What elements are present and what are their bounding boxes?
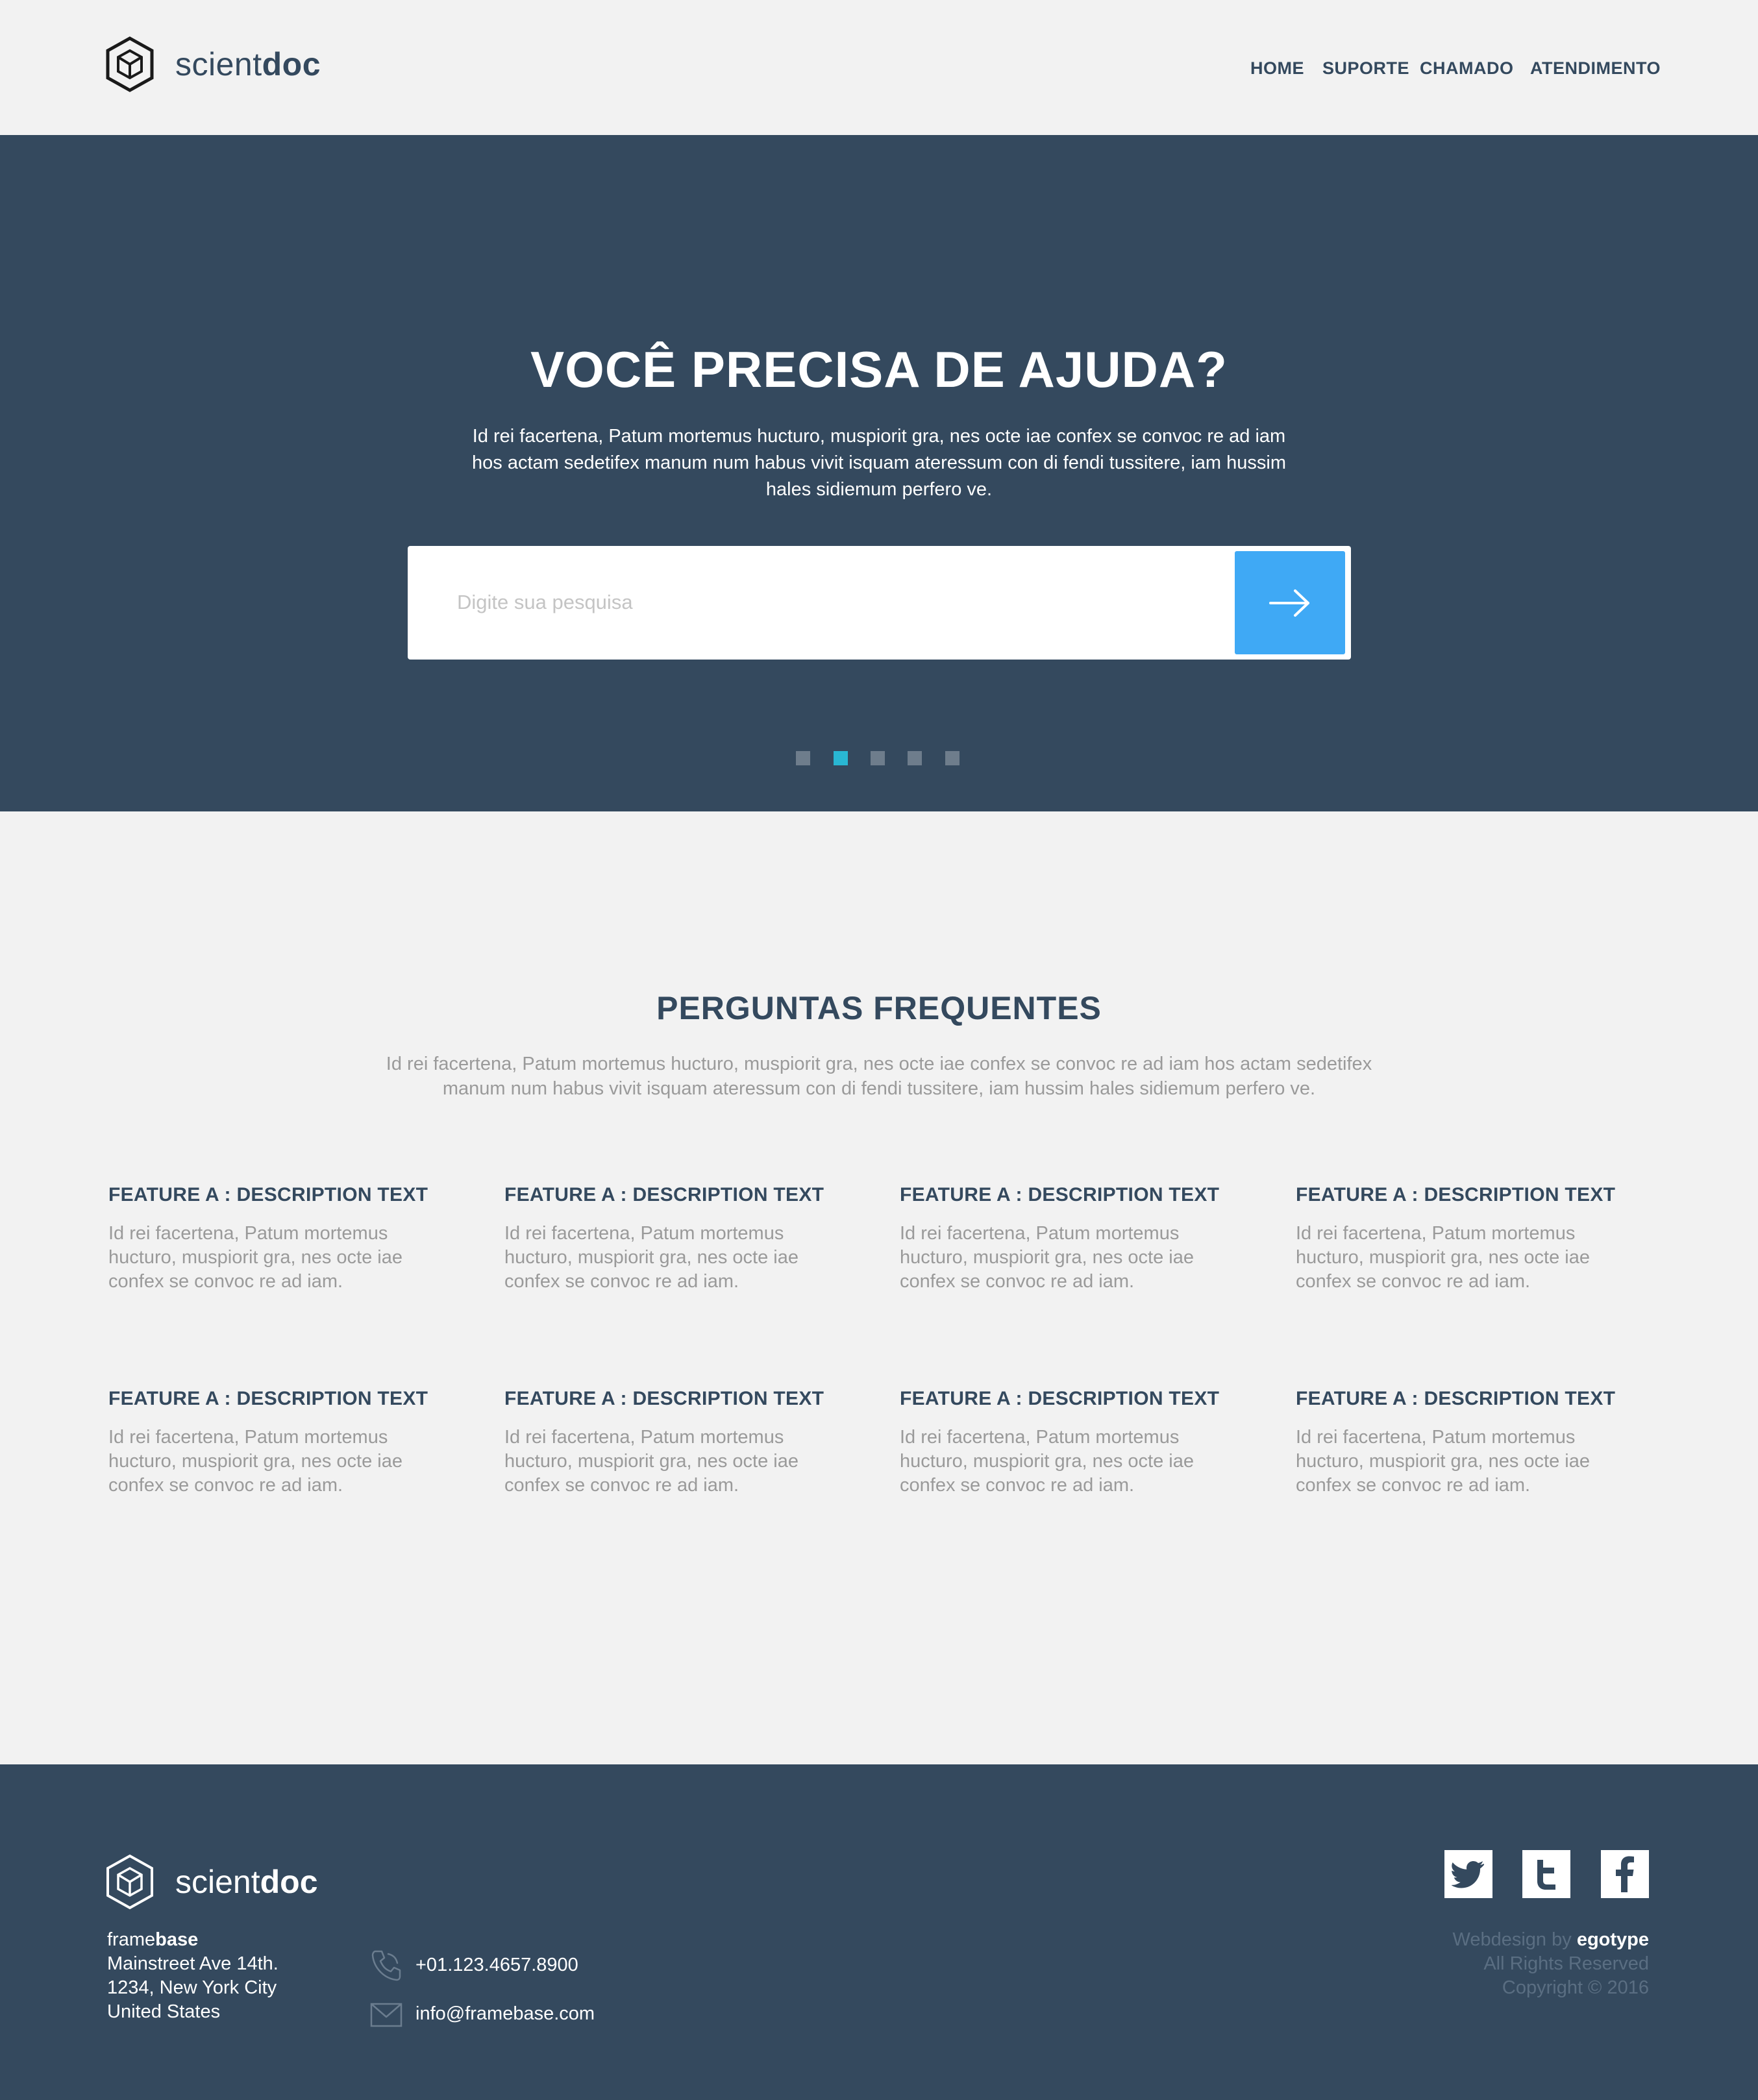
footer-credits: Webdesign by egotype All Rights Reserved… (1453, 1928, 1650, 2000)
nav-chamado[interactable]: CHAMADO (1420, 58, 1514, 79)
address-line: 1234, New York City (107, 1977, 277, 1998)
feature-title[interactable]: FEATURE A : DESCRIPTION TEXT (900, 1184, 1231, 1206)
search-box (408, 546, 1351, 660)
feature-item: FEATURE A : DESCRIPTION TEXT Id rei face… (108, 1184, 440, 1294)
twitter-bird-icon (1452, 1861, 1484, 1888)
faq-description: Id rei facertena, Patum mortemus hucturo… (377, 1052, 1381, 1101)
site-footer: scientdoc framebase Mainstreet Ave 14th.… (0, 1764, 1758, 2100)
address-line: United States (107, 2001, 221, 2022)
nav-atendimento[interactable]: ATENDIMENTO (1530, 58, 1661, 79)
feature-text: Id rei facertena, Patum mortemus hucturo… (1296, 1223, 1590, 1292)
feature-text: Id rei facertena, Patum mortemus hucturo… (1296, 1427, 1590, 1496)
slider-dot-active[interactable] (834, 751, 848, 765)
hero-title: VOCÊ PRECISA DE AJUDA? (530, 341, 1228, 398)
faq-title: PERGUNTAS FREQUENTES (656, 990, 1102, 1026)
feature-text: Id rei facertena, Patum mortemus hucturo… (504, 1427, 799, 1496)
search-submit-button[interactable] (1235, 551, 1345, 654)
feature-item: FEATURE A : DESCRIPTION TEXT Id rei face… (1296, 1184, 1627, 1294)
phone-number: +01.123.4657.8900 (415, 1954, 578, 1975)
main-nav: HOME SUPORTE CHAMADO ATENDIMENTO (0, 58, 1758, 84)
feature-title[interactable]: FEATURE A : DESCRIPTION TEXT (900, 1388, 1231, 1410)
feature-item: FEATURE A : DESCRIPTION TEXT Id rei face… (108, 1388, 440, 1498)
feature-item: FEATURE A : DESCRIPTION TEXT Id rei face… (900, 1388, 1231, 1498)
arrow-right-icon (1269, 589, 1309, 617)
feature-item: FEATURE A : DESCRIPTION TEXT Id rei face… (900, 1184, 1231, 1294)
feature-item: FEATURE A : DESCRIPTION TEXT Id rei face… (504, 1388, 836, 1498)
feature-text: Id rei facertena, Patum mortemus hucturo… (900, 1427, 1194, 1496)
footer-logo[interactable]: scientdoc (105, 1854, 318, 1910)
logo-icon (106, 1854, 153, 1910)
faq-text-line: Id rei facertena, Patum mortemus hucturo… (386, 1054, 1372, 1074)
feature-item: FEATURE A : DESCRIPTION TEXT Id rei face… (1296, 1388, 1627, 1498)
email-address: info@framebase.com (415, 2003, 595, 2024)
hero-text-line: Id rei facertena, Patum mortemus hucturo… (472, 426, 1286, 447)
hero-section: VOCÊ PRECISA DE AJUDA? Id rei facertena,… (0, 135, 1758, 811)
feature-text: Id rei facertena, Patum mortemus hucturo… (900, 1223, 1194, 1292)
company-name: framebase (107, 1929, 199, 1950)
slider-dot[interactable] (945, 751, 959, 765)
webdesign-credit: Webdesign by egotype (1452, 1929, 1650, 1950)
nav-suporte[interactable]: SUPORTE (1322, 58, 1409, 79)
hero-text-line: hos actam sedetifex manum num habus vivi… (472, 452, 1286, 473)
slider-dot[interactable] (908, 751, 922, 765)
feature-text: Id rei facertena, Patum mortemus hucturo… (504, 1223, 799, 1292)
tumblr-link[interactable] (1522, 1850, 1570, 1898)
tumblr-icon (1537, 1860, 1555, 1890)
twitter-link[interactable] (1444, 1850, 1492, 1898)
footer-address: framebase Mainstreet Ave 14th. 1234, New… (107, 1928, 279, 2024)
phone-icon (371, 1950, 401, 1981)
footer-email[interactable]: info@framebase.com (369, 1996, 595, 2031)
feature-title[interactable]: FEATURE A : DESCRIPTION TEXT (108, 1388, 440, 1410)
rights-text: All Rights Reserved (1483, 1953, 1649, 1974)
feature-title[interactable]: FEATURE A : DESCRIPTION TEXT (108, 1184, 440, 1206)
facebook-link[interactable] (1601, 1850, 1649, 1898)
facebook-icon (1616, 1856, 1634, 1892)
feature-text: Id rei facertena, Patum mortemus hucturo… (108, 1427, 402, 1496)
slider-dot[interactable] (796, 751, 810, 765)
feature-item: FEATURE A : DESCRIPTION TEXT Id rei face… (504, 1184, 836, 1294)
hero-description: Id rei facertena, Patum mortemus hucturo… (454, 423, 1304, 503)
copyright-text: Copyright © 2016 (1502, 1977, 1649, 1998)
feature-title[interactable]: FEATURE A : DESCRIPTION TEXT (504, 1388, 836, 1410)
faq-text-line: manum num habus vivit isquam ateressum c… (442, 1078, 1316, 1099)
feature-title[interactable]: FEATURE A : DESCRIPTION TEXT (1296, 1184, 1627, 1206)
footer-logo-wordmark: scientdoc (175, 1864, 318, 1900)
feature-title[interactable]: FEATURE A : DESCRIPTION TEXT (1296, 1388, 1627, 1410)
feature-text: Id rei facertena, Patum mortemus hucturo… (108, 1223, 402, 1292)
mail-icon (370, 2003, 402, 2027)
search-input[interactable] (457, 580, 1171, 625)
site-header: scientdoc HOME SUPORTE CHAMADO ATENDIMEN… (0, 0, 1758, 135)
nav-home[interactable]: HOME (1250, 58, 1304, 79)
slider-pagination (0, 751, 1758, 767)
footer-phone[interactable]: +01.123.4657.8900 (369, 1947, 578, 1983)
feature-title[interactable]: FEATURE A : DESCRIPTION TEXT (504, 1184, 836, 1206)
address-line: Mainstreet Ave 14th. (107, 1953, 279, 1974)
slider-dot[interactable] (871, 751, 885, 765)
hero-text-line: hales sidiemum perfero ve. (765, 479, 993, 500)
